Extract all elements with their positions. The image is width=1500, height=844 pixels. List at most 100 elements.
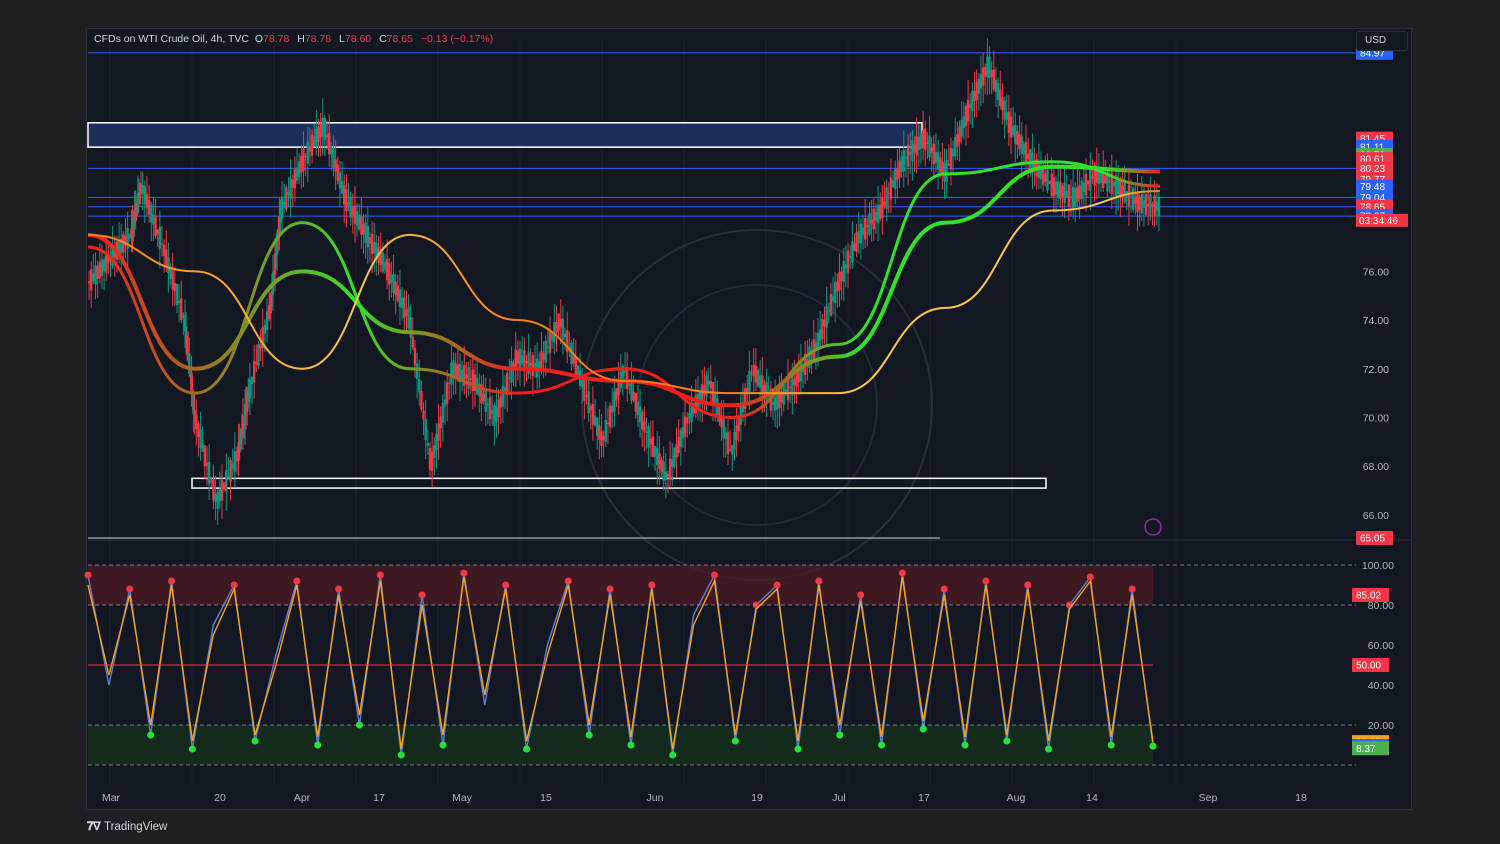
candle-body (827, 310, 830, 312)
candle-body (222, 482, 226, 490)
candle-body (821, 319, 824, 340)
candle-body (529, 362, 532, 366)
tradingview-logo[interactable]: 𝟕∇ TradingView (87, 819, 167, 834)
candle-body (259, 344, 262, 349)
candle-body (94, 265, 97, 285)
candle-body (971, 90, 974, 112)
candle-body (1080, 180, 1083, 200)
candle-body (990, 70, 993, 77)
candle-body (771, 401, 775, 406)
change-value: −0.13 (−0.17%) (420, 33, 494, 45)
candle-body (964, 106, 968, 127)
candle-body (1089, 169, 1092, 191)
candle-body (1076, 187, 1079, 203)
candle-body (915, 136, 918, 156)
overbought-dot (376, 571, 384, 579)
candle-body (606, 422, 610, 425)
candle-body (141, 184, 144, 194)
candle-body (1071, 186, 1075, 209)
watermark-inner-circle (636, 284, 878, 526)
candle-body (225, 469, 228, 492)
y-tick-label: 66.00 (1363, 510, 1389, 522)
candle-body (583, 379, 586, 401)
candle-body (495, 406, 498, 422)
candle-body (334, 159, 337, 172)
candle-body (677, 436, 680, 453)
candle-body (746, 387, 749, 393)
candle-body (773, 397, 777, 411)
candle-body (216, 491, 219, 509)
oversold-dot (836, 731, 844, 739)
candle-body (823, 319, 826, 327)
candle-body (289, 177, 292, 200)
price-chart[interactable]: Mar 20 Apr 17 May 15 Jun 19 Jul 17 Aug 14 Sep 18 66.00… (0, 0, 1500, 844)
candle-body (986, 56, 989, 78)
oversold-zone (88, 725, 1153, 765)
candle-body (857, 231, 860, 244)
candle-body (750, 372, 753, 374)
candle-body (563, 333, 567, 338)
candle-body (735, 425, 738, 440)
overbought-dot (898, 569, 906, 577)
candle-body (145, 194, 149, 209)
candle-body (1142, 200, 1146, 208)
candle-body (96, 266, 99, 279)
candle-body (988, 56, 991, 79)
candle-body (1022, 143, 1026, 155)
y-tick-label: 70.00 (1363, 412, 1389, 424)
x-tick-label: 14 (1086, 792, 1098, 804)
candle-body (996, 83, 1000, 101)
candle-body (437, 423, 440, 441)
oversold-dot (188, 745, 196, 753)
candle-body (388, 263, 391, 285)
x-tick-label: Jun (647, 792, 664, 804)
candle-body (1020, 136, 1023, 155)
oversold-dot (523, 745, 531, 753)
candle-body (851, 241, 854, 263)
candle-body (686, 417, 689, 424)
candle-body (516, 350, 520, 364)
overbought-dot (335, 585, 343, 593)
candle-body (370, 233, 374, 254)
candle-body (407, 306, 410, 329)
candle-body (175, 283, 179, 306)
candle-body (100, 259, 104, 277)
candle-body (210, 480, 213, 483)
candle-body (177, 300, 181, 304)
candle-body (891, 180, 895, 187)
candle-body (433, 445, 436, 458)
oversold-dot (251, 737, 259, 745)
candle-body (499, 397, 502, 408)
candle-body (885, 187, 888, 210)
candle-body (368, 237, 372, 244)
moving-averages (87, 160, 1161, 419)
candle-body (722, 418, 725, 439)
candle-body (465, 374, 468, 379)
overbought-dot (940, 585, 948, 593)
candle-body (591, 404, 595, 425)
candle-body (1050, 173, 1053, 196)
candle-body (656, 447, 659, 466)
candle-body (981, 67, 985, 86)
candle-body (428, 447, 432, 470)
candle-body (649, 438, 652, 445)
candle-body (443, 399, 447, 407)
candle-body (439, 416, 442, 429)
y-tick-label: 74.00 (1363, 315, 1389, 327)
candle-body (263, 324, 267, 334)
candle-body (973, 91, 976, 101)
overbought-dot (1128, 585, 1136, 593)
candle-body (793, 379, 796, 385)
currency-button[interactable]: USD (1356, 31, 1408, 51)
candle-body (1063, 182, 1066, 203)
candle-body (1061, 185, 1064, 198)
candle-body (248, 379, 252, 399)
overbought-dot (982, 577, 990, 585)
candle-body (904, 156, 908, 160)
candle-body (975, 82, 978, 101)
candle-body (683, 416, 687, 437)
candle-body (355, 211, 359, 226)
candle-body (604, 419, 607, 442)
candle-body (831, 296, 835, 302)
x-tick-label: May (452, 792, 473, 804)
